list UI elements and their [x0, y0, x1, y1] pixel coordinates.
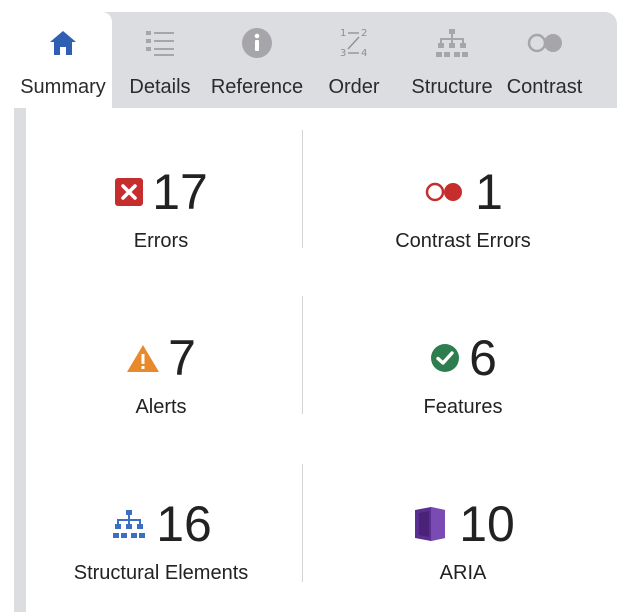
tab-contrast[interactable]: Contrast	[502, 12, 587, 108]
aria-summary[interactable]: 10 ARIA	[308, 498, 618, 585]
info-icon	[242, 28, 272, 58]
list-icon	[146, 31, 174, 56]
svg-text:3: 3	[340, 48, 346, 59]
aria-count: 10	[459, 496, 515, 552]
divider-3	[302, 464, 303, 582]
divider-2	[302, 296, 303, 414]
contrast-icon	[527, 33, 562, 53]
errors-summary[interactable]: 17 Errors	[26, 166, 296, 253]
error-icon	[115, 178, 144, 206]
tab-label-reference: Reference	[210, 76, 304, 98]
contrast-errors-count: 1	[475, 164, 503, 220]
tab-summary[interactable]: Summary	[14, 12, 112, 108]
contrast-error-icon	[425, 182, 463, 202]
tab-details[interactable]: Details	[112, 12, 208, 108]
tab-label-summary: Summary	[20, 76, 106, 98]
aria-icon	[415, 507, 446, 541]
tab-label-order: Order	[328, 76, 380, 98]
alert-icon	[127, 345, 160, 372]
tab-label-contrast: Contrast	[506, 76, 583, 98]
tab-structure[interactable]: Structure	[402, 12, 502, 108]
order-icon: 1 2 3 4	[340, 28, 367, 59]
hierarchy-icon	[436, 29, 468, 57]
alerts-label: Alerts	[135, 396, 187, 418]
aria-label: ARIA	[439, 562, 487, 584]
divider-1	[302, 130, 303, 248]
tab-bar: Summary Details Reference 1 2 3 4 Order …	[14, 12, 617, 108]
structural-elements-count: 16	[156, 496, 212, 552]
wave-sidebar: Summary Details Reference 1 2 3 4 Order …	[14, 12, 617, 612]
structural-elements-summary[interactable]: 16 Structural Elements	[26, 498, 296, 585]
errors-count: 17	[152, 164, 208, 220]
tab-order[interactable]: 1 2 3 4 Order	[306, 12, 402, 108]
tab-label-details: Details	[129, 76, 191, 98]
structure-icon	[113, 510, 146, 538]
home-icon	[50, 31, 76, 55]
tab-label-structure: Structure	[411, 76, 493, 98]
svg-text:4: 4	[361, 48, 367, 59]
tab-reference[interactable]: Reference	[208, 12, 306, 108]
summary-panel: 17 Errors 1 Contrast Errors 7 Alerts 6 F…	[26, 108, 617, 612]
features-summary[interactable]: 6 Features	[308, 332, 618, 419]
feature-icon	[431, 344, 460, 372]
alerts-count: 7	[168, 330, 196, 386]
contrast-errors-label: Contrast Errors	[395, 230, 531, 252]
alerts-summary[interactable]: 7 Alerts	[26, 332, 296, 419]
features-label: Features	[423, 396, 503, 418]
errors-label: Errors	[133, 230, 189, 252]
structural-elements-label: Structural Elements	[73, 562, 249, 584]
features-count: 6	[469, 330, 497, 386]
svg-text:2: 2	[361, 28, 367, 39]
contrast-errors-summary[interactable]: 1 Contrast Errors	[308, 166, 618, 253]
svg-text:1: 1	[340, 28, 346, 39]
